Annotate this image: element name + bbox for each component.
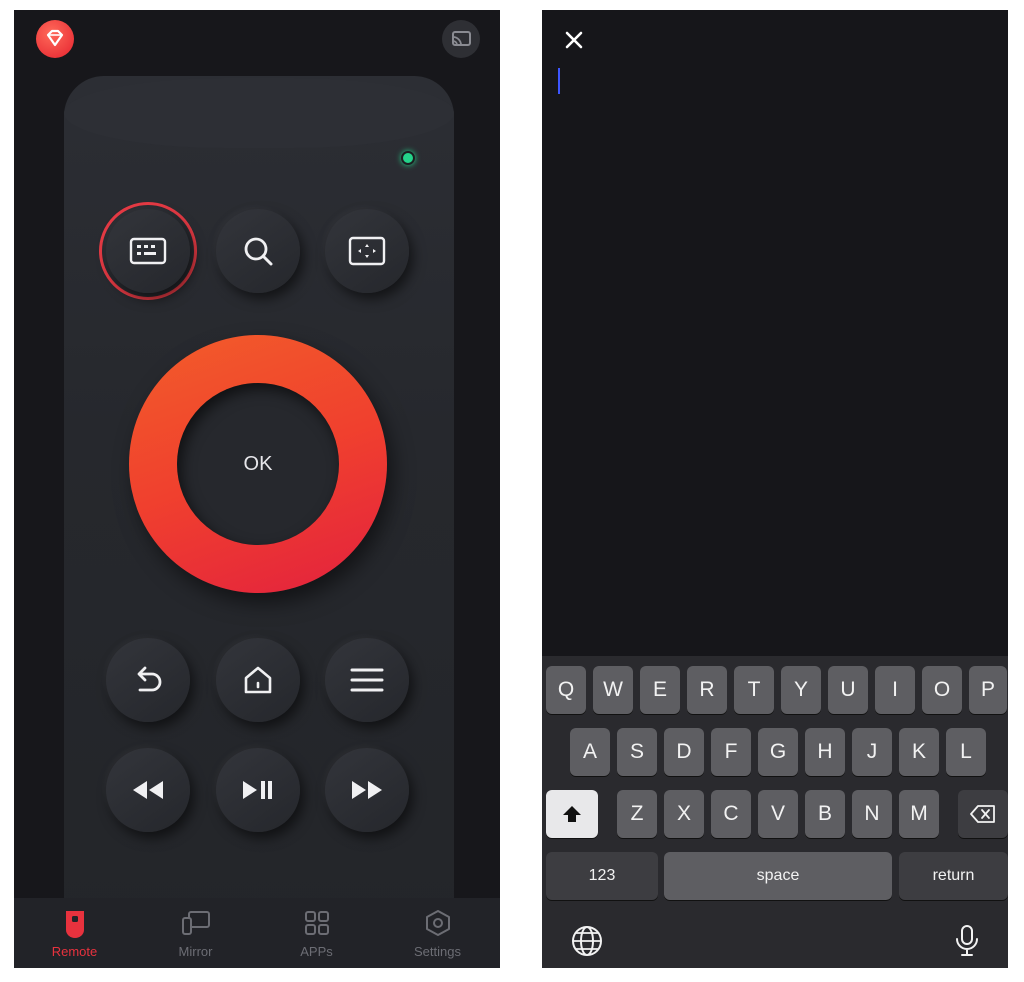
nav-item-apps[interactable]: APPs	[256, 898, 377, 968]
settings-icon	[426, 910, 450, 936]
key-q[interactable]: Q	[546, 666, 586, 714]
search-icon	[244, 237, 273, 266]
home-button[interactable]	[216, 638, 300, 722]
numbers-key[interactable]: 123	[546, 852, 658, 900]
play-pause-icon	[243, 781, 272, 799]
text-input-area[interactable]	[552, 64, 998, 644]
key-w[interactable]: W	[593, 666, 633, 714]
key-p[interactable]: P	[969, 666, 1007, 714]
fast-forward-button[interactable]	[325, 748, 409, 832]
menu-button[interactable]	[325, 638, 409, 722]
key-j[interactable]: J	[852, 728, 892, 776]
status-led	[401, 151, 415, 165]
key-r[interactable]: R	[687, 666, 727, 714]
nav-label-apps: APPs	[300, 944, 333, 959]
globe-icon[interactable]	[570, 924, 604, 958]
play-pause-button[interactable]	[216, 748, 300, 832]
ok-label: OK	[243, 452, 273, 475]
key-y[interactable]: Y	[781, 666, 821, 714]
nav-label-mirror: Mirror	[178, 944, 213, 959]
nav-item-mirror[interactable]: Mirror	[135, 898, 256, 968]
rewind-icon	[133, 781, 163, 799]
onscreen-keyboard: Q W E R T Y U I O P A S D F G H J K L Z …	[542, 656, 1008, 968]
key-v[interactable]: V	[758, 790, 798, 838]
rewind-button[interactable]	[106, 748, 190, 832]
remote-top	[64, 78, 454, 148]
search-button[interactable]	[216, 209, 300, 293]
key-g[interactable]: G	[758, 728, 798, 776]
key-s[interactable]: S	[617, 728, 657, 776]
key-l[interactable]: L	[946, 728, 986, 776]
key-u[interactable]: U	[828, 666, 868, 714]
back-button[interactable]	[106, 638, 190, 722]
keyboard-screen: Q W E R T Y U I O P A S D F G H J K L Z …	[542, 10, 1008, 968]
key-a[interactable]: A	[570, 728, 610, 776]
remote-screen: OK Remote Mirror APPs Settings	[14, 10, 500, 968]
return-key[interactable]: return	[899, 852, 1008, 900]
screen-fit-button[interactable]	[325, 209, 409, 293]
nav-label-remote: Remote	[51, 944, 98, 959]
key-b[interactable]: B	[805, 790, 845, 838]
key-f[interactable]: F	[711, 728, 751, 776]
cast-icon[interactable]	[442, 20, 480, 58]
backspace-key[interactable]	[958, 790, 1008, 838]
mirror-icon	[182, 911, 210, 935]
apps-icon	[305, 911, 329, 935]
key-k[interactable]: K	[899, 728, 939, 776]
ok-button[interactable]: OK	[177, 383, 339, 545]
nav-item-remote[interactable]: Remote	[14, 898, 135, 968]
close-icon[interactable]	[562, 28, 586, 52]
microphone-icon[interactable]	[950, 924, 984, 958]
app-logo-icon[interactable]	[36, 20, 74, 58]
backspace-icon	[970, 805, 995, 823]
key-t[interactable]: T	[734, 666, 774, 714]
key-o[interactable]: O	[922, 666, 962, 714]
bottom-nav: Remote Mirror APPs Settings	[14, 898, 500, 968]
key-z[interactable]: Z	[617, 790, 657, 838]
menu-icon	[350, 668, 384, 692]
fast-forward-icon	[352, 781, 382, 799]
key-e[interactable]: E	[640, 666, 680, 714]
shift-key[interactable]	[546, 790, 598, 838]
key-i[interactable]: I	[875, 666, 915, 714]
nav-item-settings[interactable]: Settings	[377, 898, 498, 968]
back-icon	[137, 666, 162, 692]
remote-icon	[66, 911, 84, 938]
home-icon	[244, 666, 272, 694]
key-d[interactable]: D	[664, 728, 704, 776]
keyboard-icon	[129, 237, 167, 265]
key-m[interactable]: M	[899, 790, 939, 838]
keyboard-button[interactable]	[106, 209, 190, 293]
space-key[interactable]: space	[664, 852, 892, 900]
key-x[interactable]: X	[664, 790, 704, 838]
nav-label-settings: Settings	[414, 944, 461, 959]
shift-icon	[563, 806, 581, 822]
key-n[interactable]: N	[852, 790, 892, 838]
key-c[interactable]: C	[711, 790, 751, 838]
screen-fit-icon	[348, 236, 386, 266]
key-h[interactable]: H	[805, 728, 845, 776]
